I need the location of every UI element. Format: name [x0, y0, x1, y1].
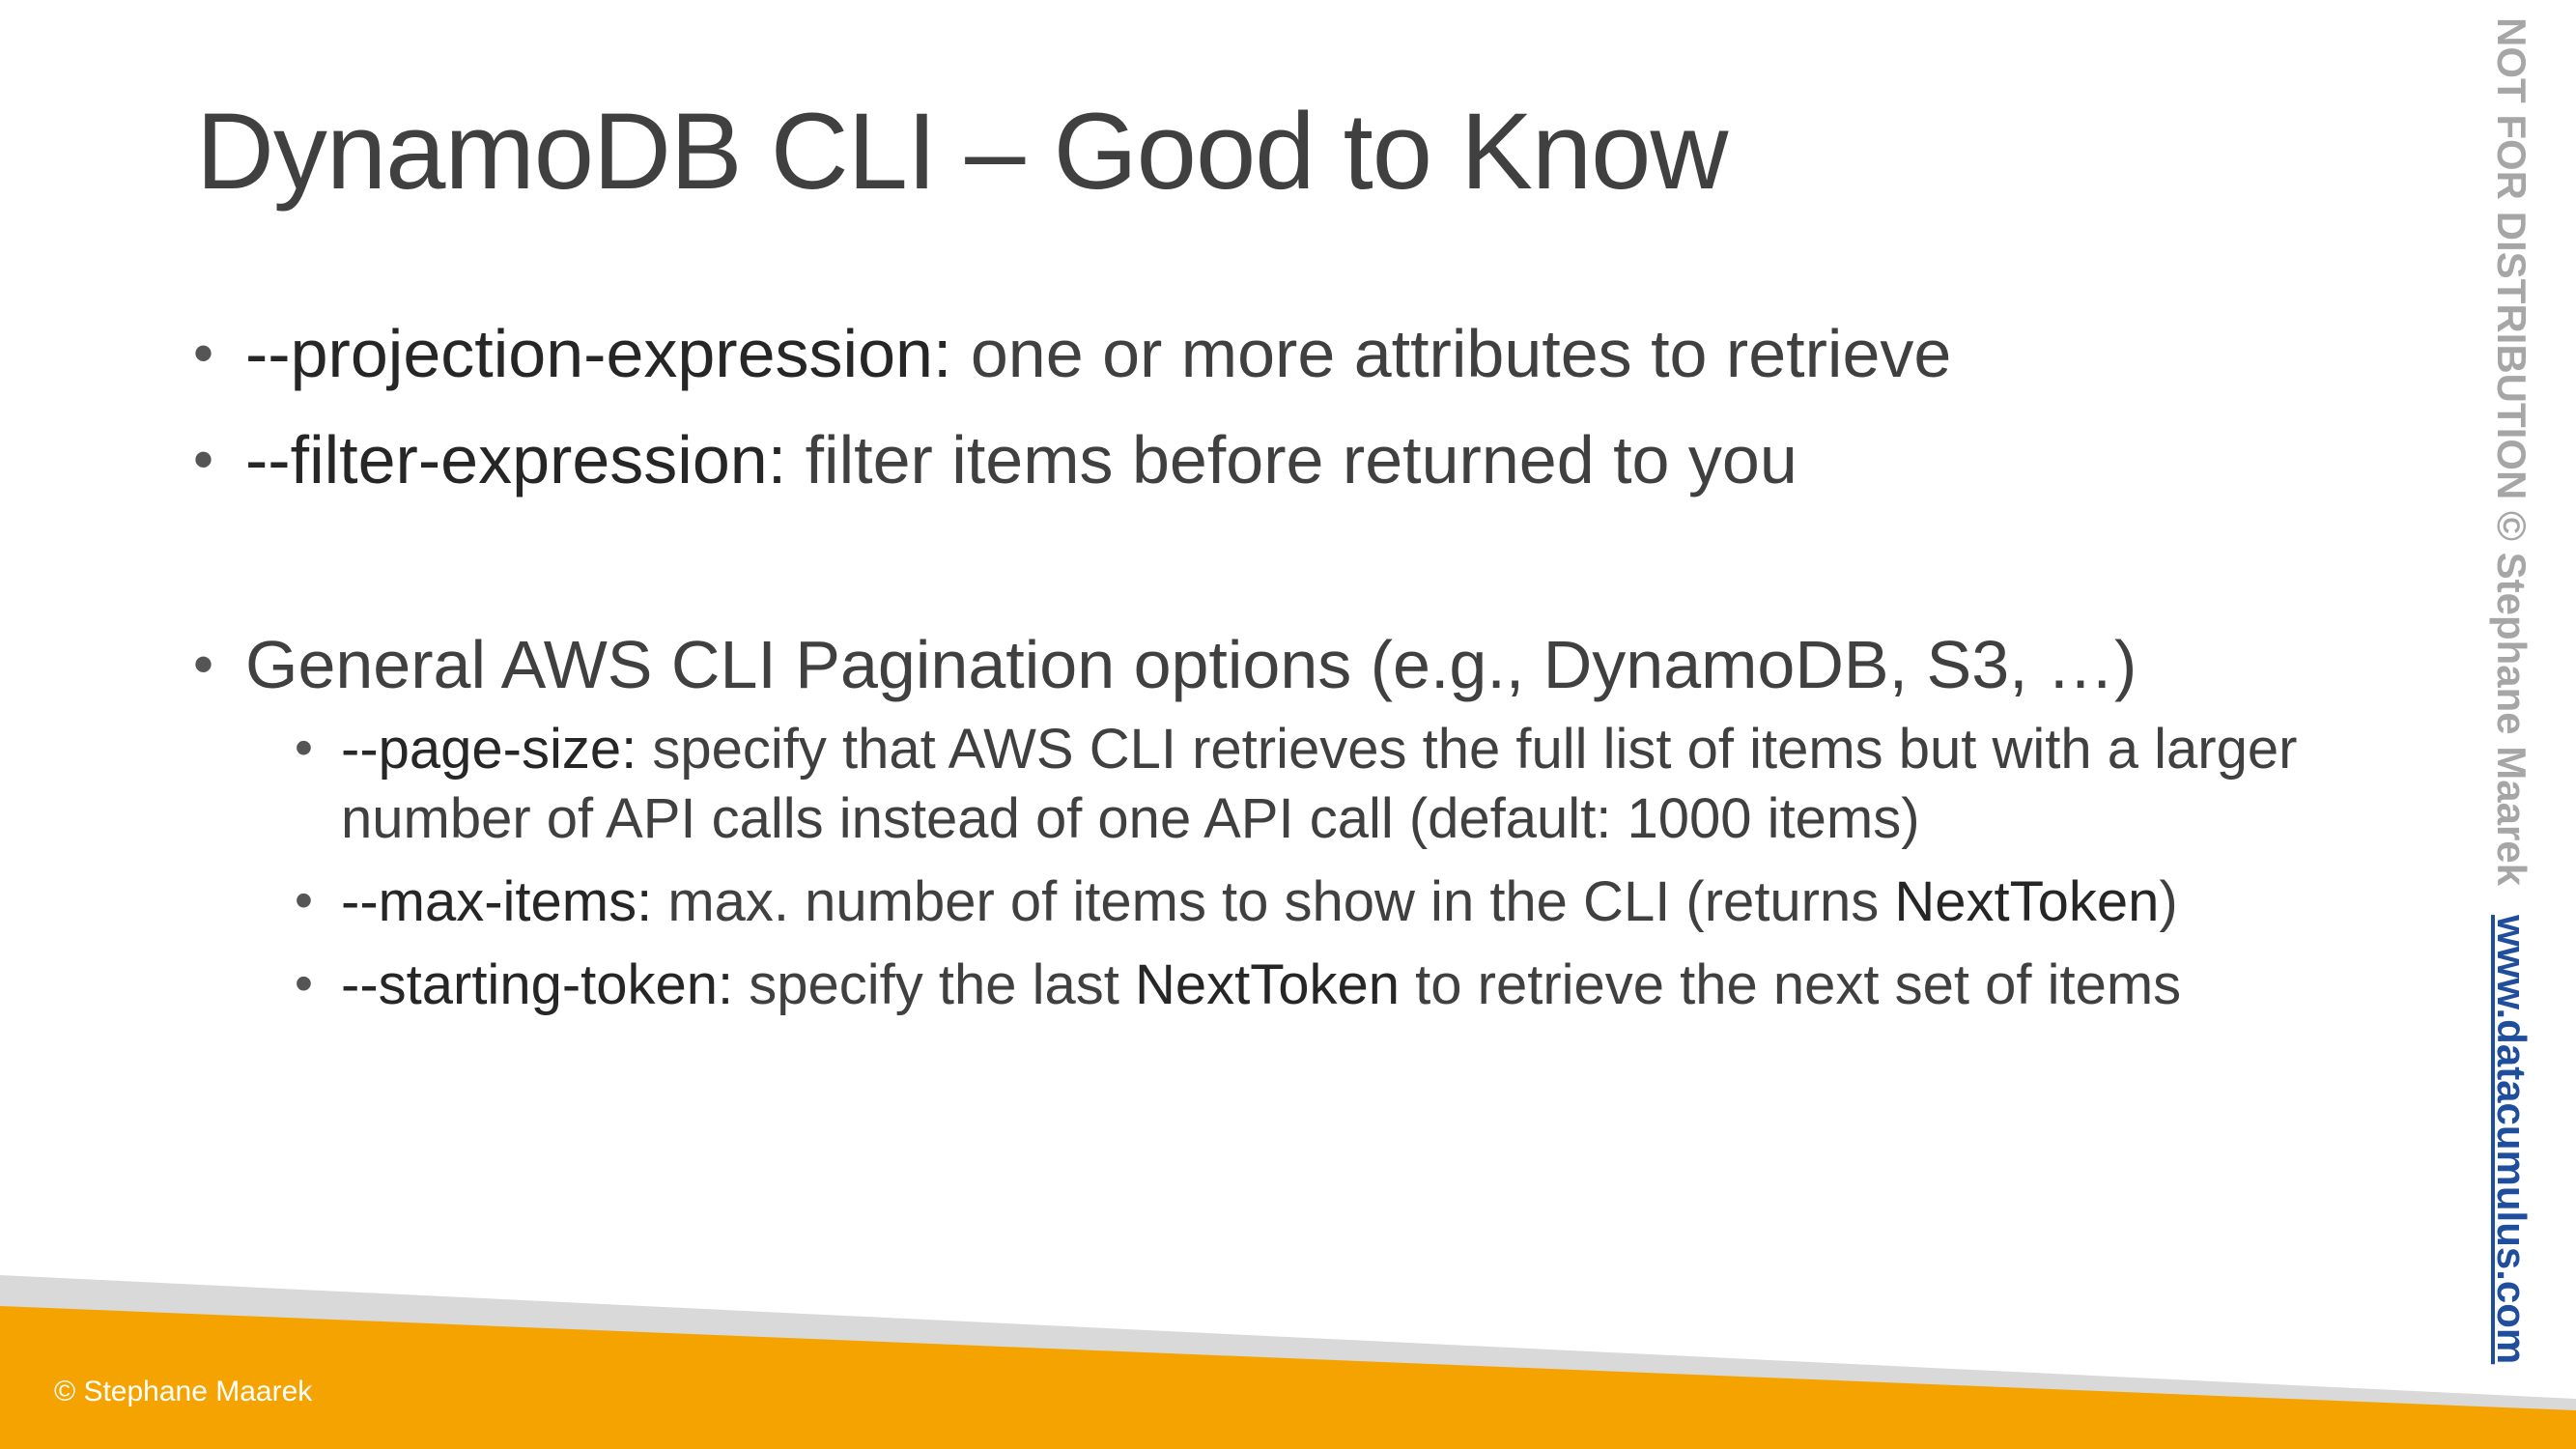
- sub-bullet-term: --page-size:: [341, 718, 637, 781]
- sub-bullet-text: to retrieve the next set of items: [1400, 953, 2182, 1016]
- footer-orange-stripe: [0, 1306, 2576, 1449]
- bullet-projection-expression: --projection-expression: one or more att…: [193, 309, 2415, 398]
- bullet-text: General AWS CLI Pagination options (e.g.…: [245, 627, 2137, 702]
- sub-bullet-page-size: --page-size: specify that AWS CLI retrie…: [295, 713, 2389, 854]
- bullet-filter-expression: --filter-expression: filter items before…: [193, 415, 2415, 504]
- distribution-notice: NOT FOR DISTRIBUTION © Stephane Maarek: [2489, 17, 2534, 887]
- bullet-text: filter items before returned to you: [786, 422, 1798, 497]
- footer-band: [0, 1256, 2576, 1449]
- bullet-term: --projection-expression:: [245, 316, 952, 391]
- footer-copyright: © Stephane Maarek: [54, 1376, 313, 1407]
- sub-bullet-max-items: --max-items: max. number of items to sho…: [295, 866, 2389, 937]
- side-banner: NOT FOR DISTRIBUTION © Stephane Maarekww…: [2485, 17, 2537, 1364]
- slide-title: DynamoDB CLI – Good to Know: [196, 91, 1728, 212]
- sub-bullet-term: --starting-token:: [341, 953, 734, 1016]
- sub-bullet-starting-token: --starting-token: specify the last NextT…: [295, 949, 2389, 1020]
- sub-bullet-text: specify the last: [733, 953, 1136, 1016]
- bullet-term: --filter-expression:: [245, 422, 787, 497]
- sub-bullet-text: max. number of items to show in the CLI …: [652, 870, 1895, 933]
- next-token-label: NextToken: [1894, 870, 2160, 933]
- sub-bullet-term: --max-items:: [341, 870, 653, 933]
- bullet-text: one or more attributes to retrieve: [951, 316, 1952, 391]
- next-token-label: NextToken: [1135, 953, 1401, 1016]
- pagination-sub-list: --page-size: specify that AWS CLI retrie…: [295, 713, 2415, 1020]
- slide-content: --projection-expression: one or more att…: [193, 309, 2415, 1034]
- bullet-pagination-options: General AWS CLI Pagination options (e.g.…: [193, 620, 2415, 709]
- sub-bullet-text: ): [2159, 870, 2178, 933]
